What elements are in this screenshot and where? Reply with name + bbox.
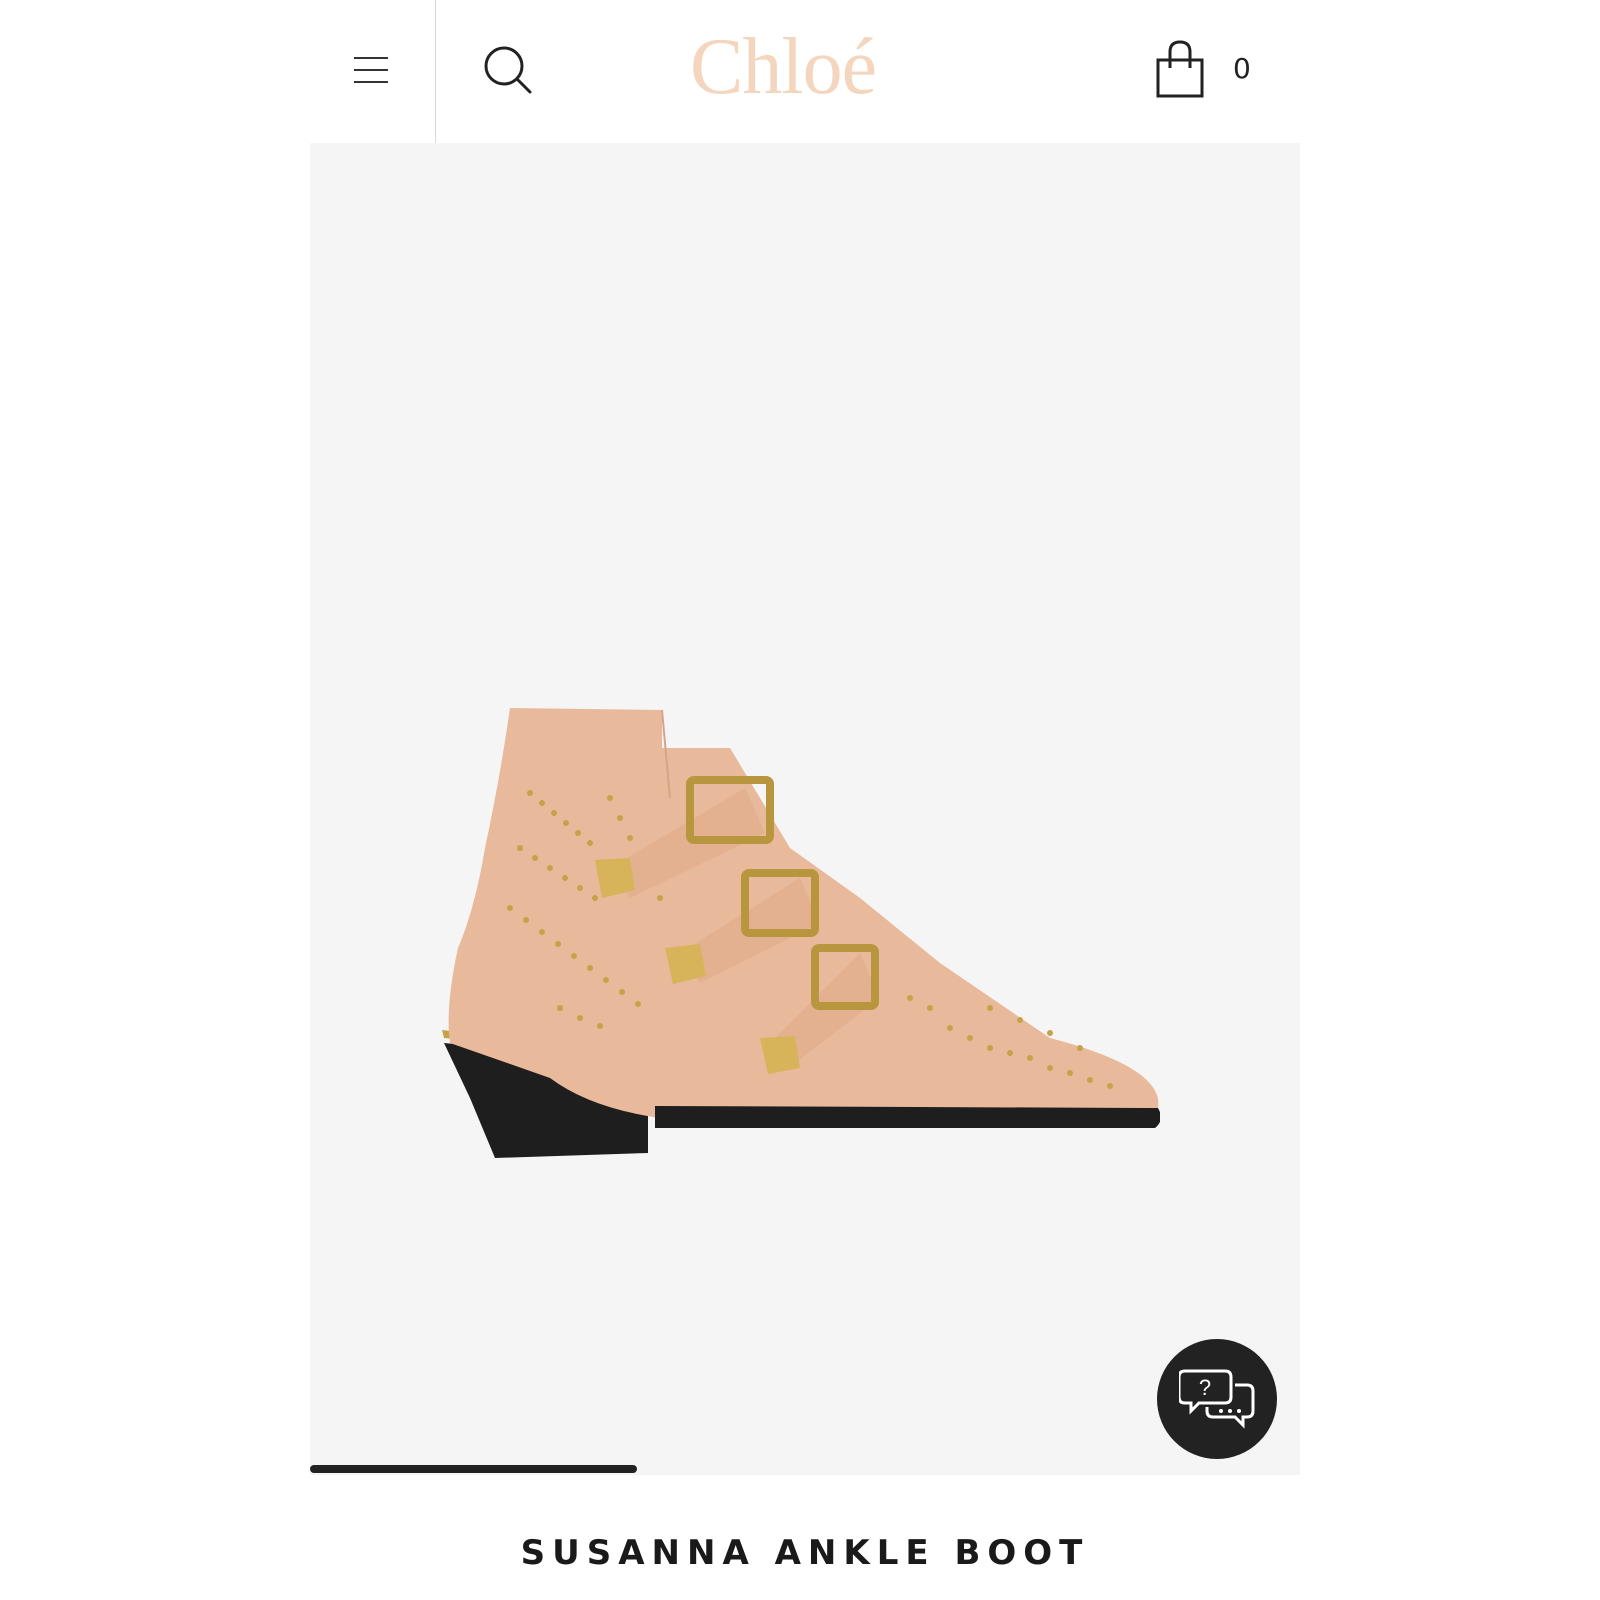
carousel-progress-track[interactable]: [310, 1465, 1300, 1473]
brand-logo[interactable]: Chloé: [690, 22, 950, 112]
svg-text:?: ?: [1199, 1375, 1211, 1400]
header-divider: [435, 0, 436, 143]
product-image-boot: [442, 708, 1160, 1158]
page: Chloé 0 ? SUSANNA ANKLE BOOT: [0, 0, 1600, 1600]
cart-count: 0: [1233, 52, 1251, 85]
search-button[interactable]: [480, 42, 536, 98]
hamburger-menu-icon: [354, 57, 388, 59]
site-header: Chloé 0: [310, 0, 1300, 143]
chat-help-button[interactable]: ?: [1157, 1339, 1277, 1459]
cart-button[interactable]: [1150, 38, 1210, 102]
carousel-progress-bar: [310, 1465, 637, 1473]
menu-button[interactable]: [340, 40, 400, 100]
product-image-area[interactable]: [310, 143, 1300, 1475]
product-title: SUSANNA ANKLE BOOT: [520, 1532, 1090, 1573]
chat-help-icon: ?: [1179, 1369, 1255, 1429]
hamburger-line: [354, 81, 388, 83]
search-icon: [484, 46, 532, 94]
shopping-bag-icon: [1156, 40, 1204, 98]
hamburger-line: [354, 69, 388, 71]
